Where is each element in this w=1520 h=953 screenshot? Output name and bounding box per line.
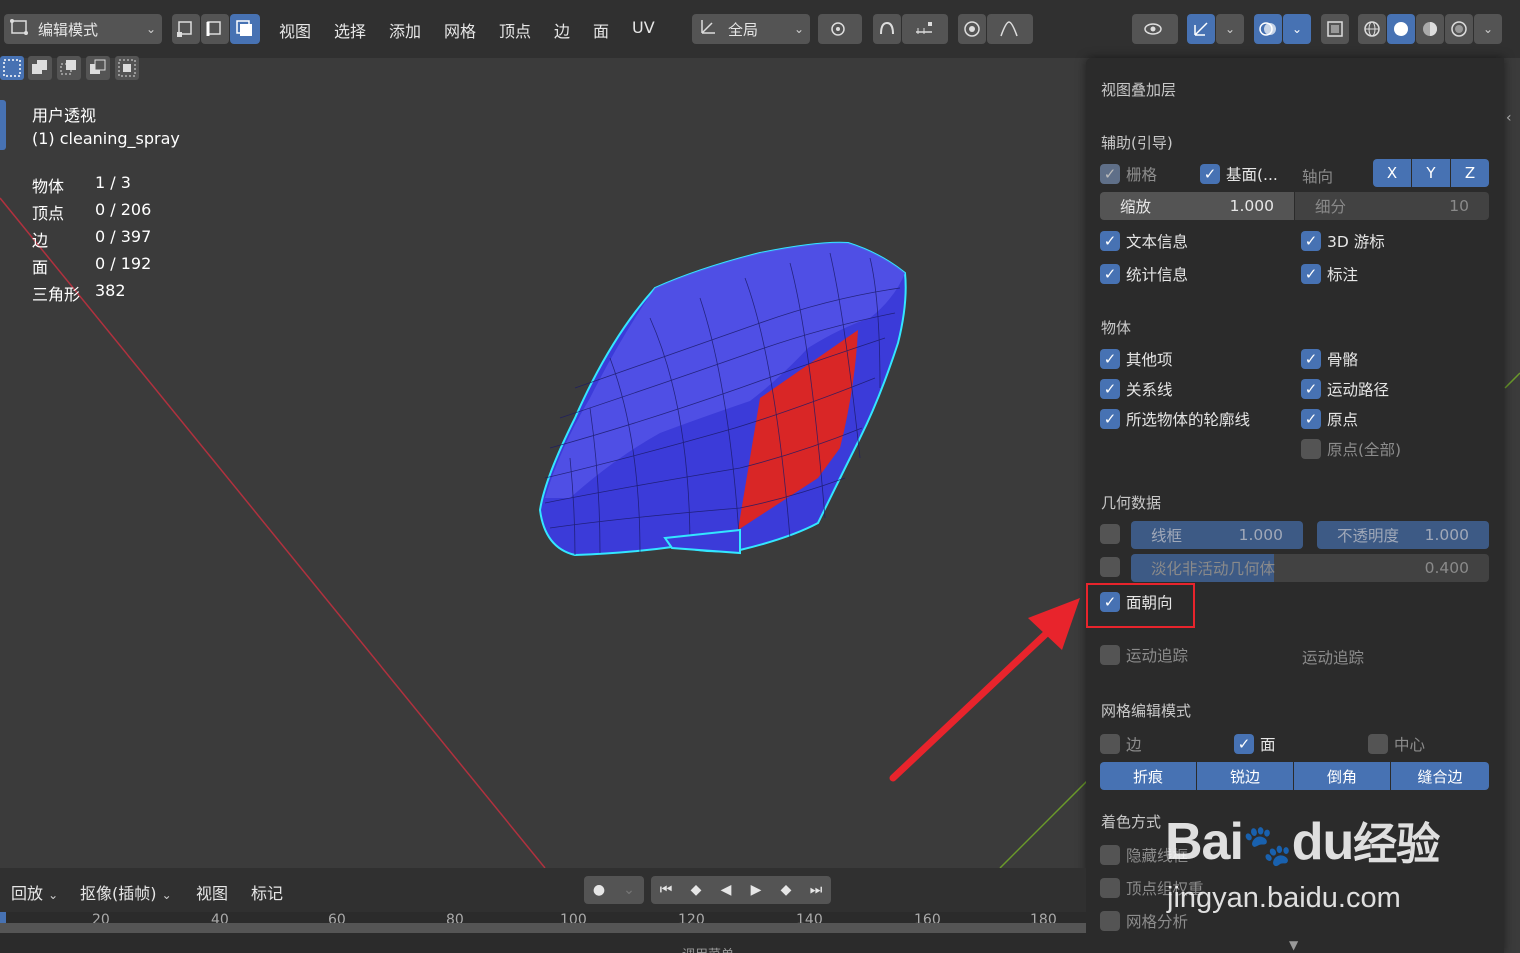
prev-keyframe-icon[interactable]: ◆: [681, 876, 711, 904]
record-button[interactable]: ●: [584, 876, 614, 904]
timeline-ruler[interactable]: 20 40 60 80 100 120 140 160 180 调用菜单: [0, 912, 1086, 953]
next-keyframe-icon[interactable]: ◆: [771, 876, 801, 904]
playback-menu[interactable]: 回放 ⌄: [11, 880, 58, 904]
keying-menu[interactable]: 抠像(插帧) ⌄: [80, 880, 172, 904]
jump-start-icon[interactable]: ⏮: [651, 876, 681, 904]
marker-menu[interactable]: 标记: [251, 880, 283, 904]
record-dropdown[interactable]: ⌄: [614, 876, 644, 904]
paw-icon: 🐾: [1242, 824, 1293, 868]
timeline-scrollbar[interactable]: [0, 923, 1086, 933]
baidu-logo: Bai🐾du经验: [1165, 813, 1440, 871]
baidu-watermark: Bai🐾du经验 jingyan.baidu.com: [1165, 790, 1455, 930]
timeline-view-menu[interactable]: 视图: [196, 880, 228, 904]
baidu-url: jingyan.baidu.com: [1167, 882, 1401, 914]
jump-end-icon[interactable]: ⏭: [801, 876, 831, 904]
play-icon[interactable]: ▶: [741, 876, 771, 904]
play-reverse-icon[interactable]: ◀: [711, 876, 741, 904]
timeline-header: 回放 ⌄ 抠像(插帧) ⌄ 视图 标记 ● ⌄ ⏮ ◆ ◀ ▶ ◆ ⏭: [0, 868, 1086, 912]
call-menu-hint: 调用菜单: [682, 944, 734, 953]
